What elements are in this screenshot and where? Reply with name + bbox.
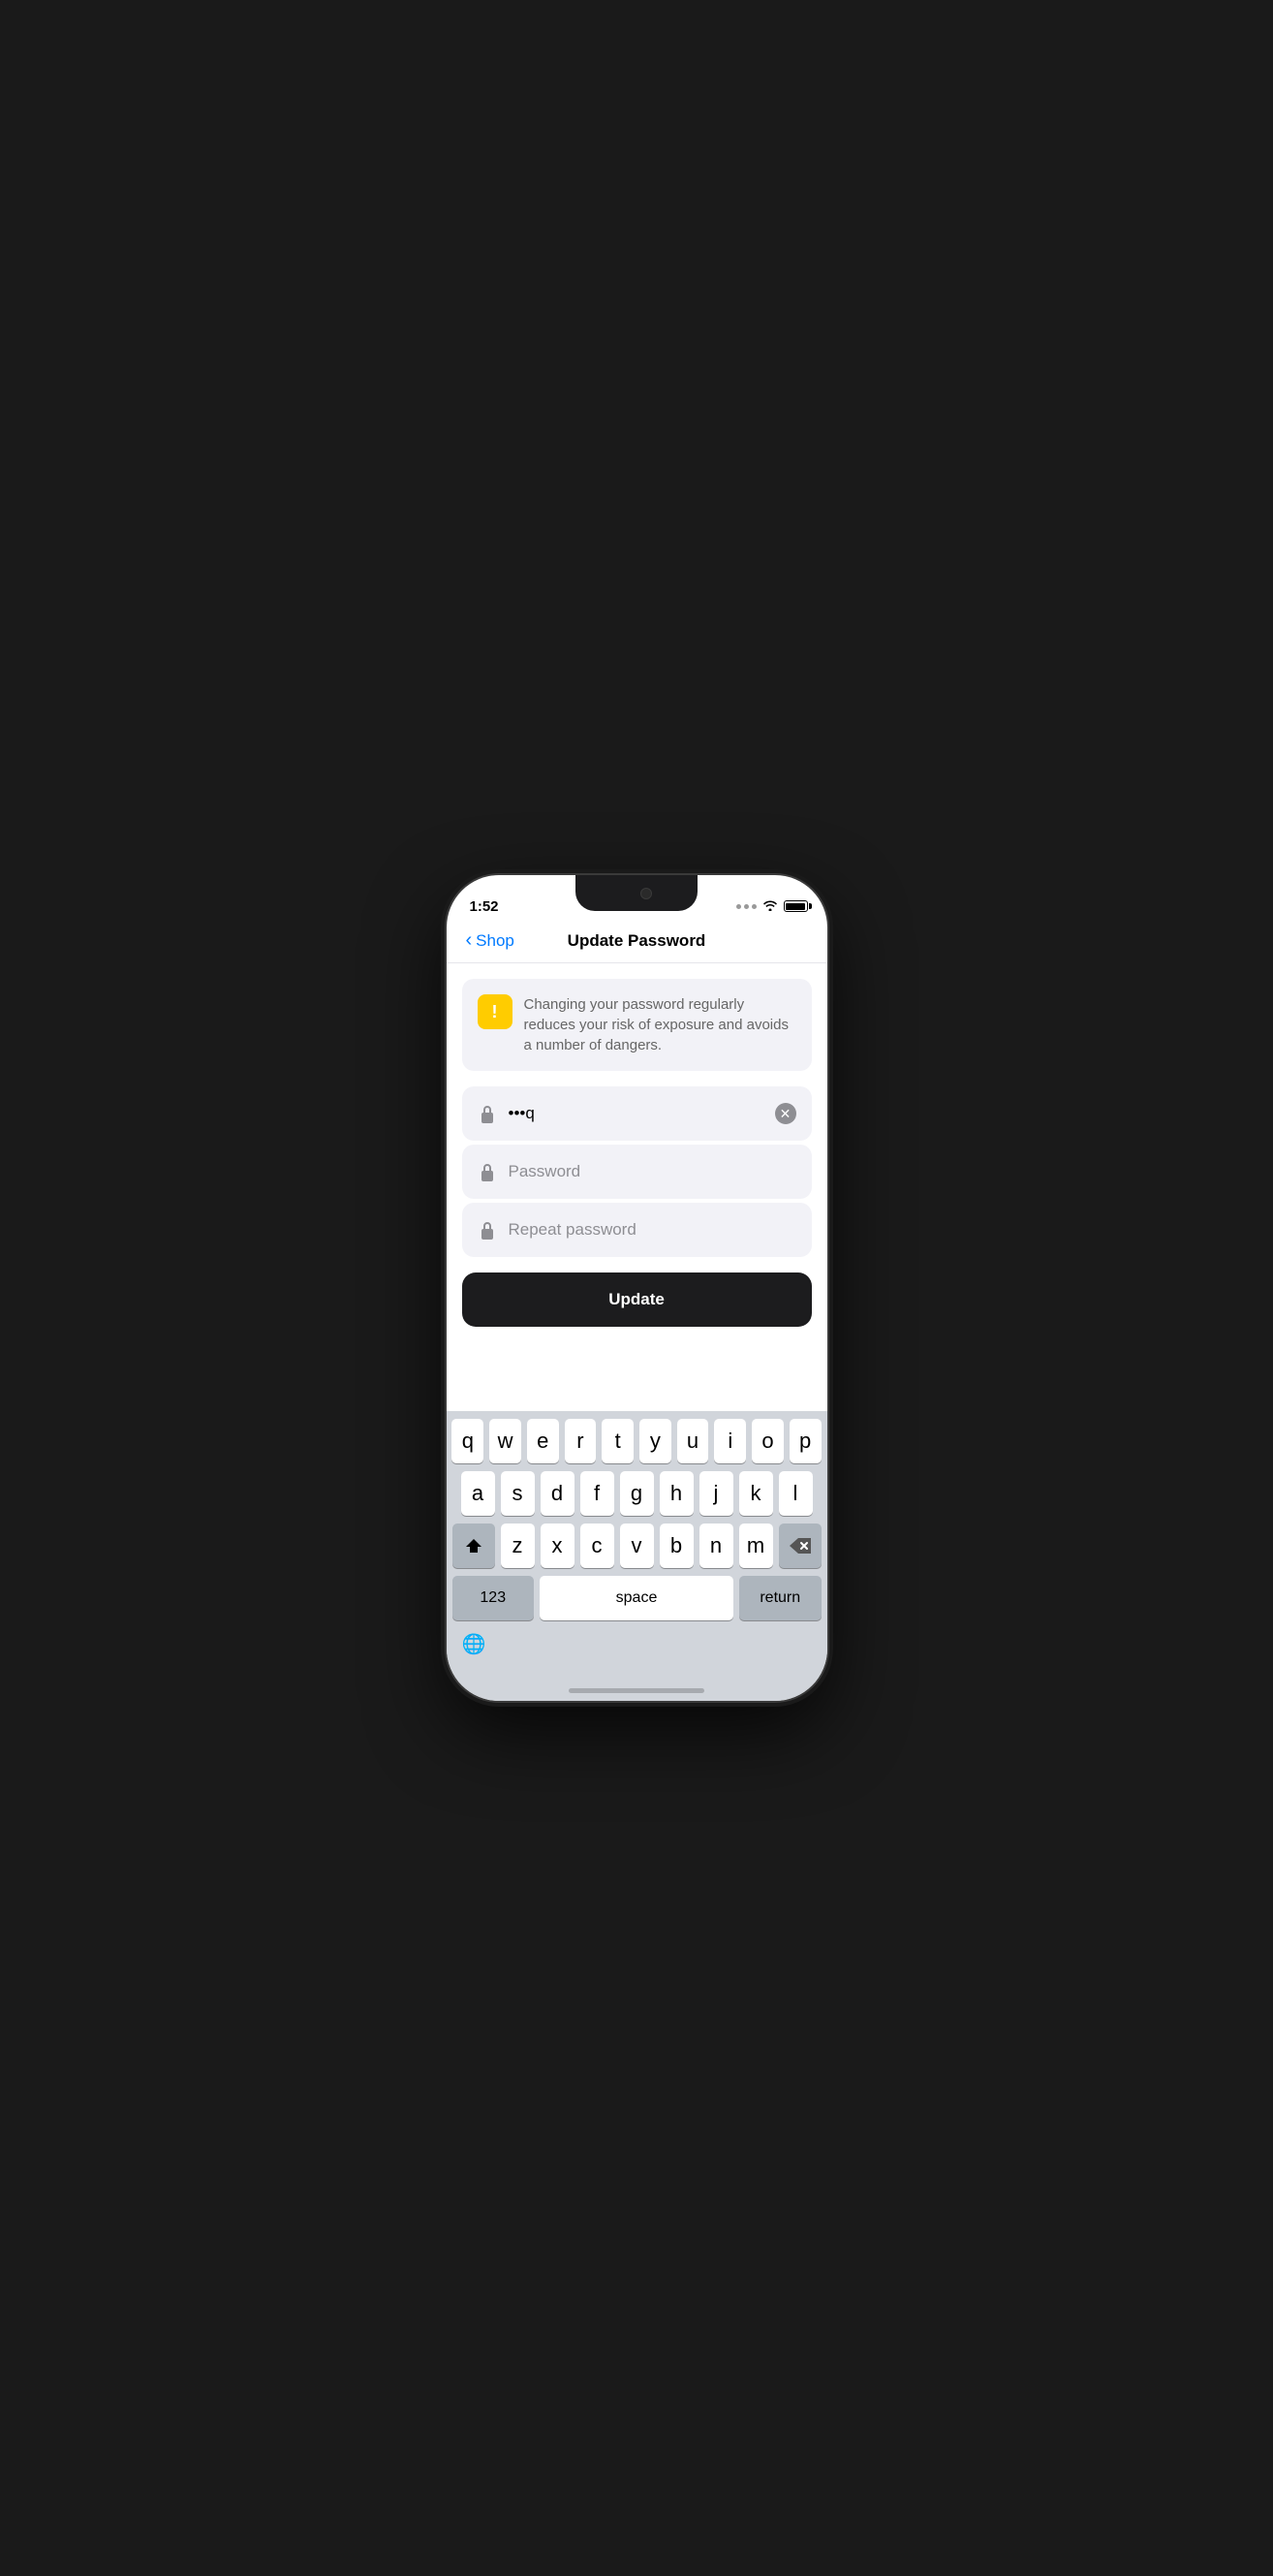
warning-shield-icon <box>478 994 512 1029</box>
key-c[interactable]: c <box>580 1524 614 1568</box>
keyboard-row-2: a s d f g h j k l <box>452 1471 822 1516</box>
back-label: Shop <box>476 931 514 951</box>
key-x[interactable]: x <box>541 1524 574 1568</box>
lock-icon-repeat <box>478 1220 497 1240</box>
clear-button[interactable]: ✕ <box>775 1103 796 1124</box>
new-password-field[interactable]: Password <box>462 1145 812 1199</box>
key-o[interactable]: o <box>752 1419 784 1463</box>
key-v[interactable]: v <box>620 1524 654 1568</box>
key-numbers[interactable]: 123 <box>452 1576 535 1620</box>
keyboard-row-3: z x c v b n m <box>452 1524 822 1568</box>
input-group: •••q ✕ Password <box>462 1086 812 1257</box>
content: Changing your password regularly reduces… <box>447 979 827 1411</box>
separator <box>447 962 827 963</box>
home-bar <box>569 1688 704 1693</box>
current-password-field[interactable]: •••q ✕ <box>462 1086 812 1141</box>
phone-screen: 1:52 <box>447 875 827 1701</box>
new-password-placeholder: Password <box>509 1162 796 1181</box>
key-l[interactable]: l <box>779 1471 813 1516</box>
key-u[interactable]: u <box>677 1419 709 1463</box>
signal-dot-3 <box>752 904 757 909</box>
current-password-value: •••q <box>509 1104 763 1123</box>
keyboard-bottom: 🌐 <box>452 1628 822 1664</box>
key-h[interactable]: h <box>660 1471 694 1516</box>
key-j[interactable]: j <box>699 1471 733 1516</box>
keyboard-row-1: q w e r t y u i o p <box>452 1419 822 1463</box>
key-d[interactable]: d <box>541 1471 574 1516</box>
key-e[interactable]: e <box>527 1419 559 1463</box>
key-backspace[interactable] <box>779 1524 822 1568</box>
info-banner: Changing your password regularly reduces… <box>462 979 812 1071</box>
key-y[interactable]: y <box>639 1419 671 1463</box>
lock-icon-new <box>478 1162 497 1181</box>
key-k[interactable]: k <box>739 1471 773 1516</box>
back-button[interactable]: ‹ Shop <box>466 930 514 952</box>
key-m[interactable]: m <box>739 1524 773 1568</box>
home-indicator <box>447 1668 827 1701</box>
key-r[interactable]: r <box>565 1419 597 1463</box>
nav-title: Update Password <box>568 931 706 951</box>
key-i[interactable]: i <box>714 1419 746 1463</box>
notch <box>575 875 698 911</box>
key-a[interactable]: a <box>461 1471 495 1516</box>
back-chevron-icon: ‹ <box>466 929 473 952</box>
key-s[interactable]: s <box>501 1471 535 1516</box>
key-shift[interactable] <box>452 1524 495 1568</box>
signal-dot-1 <box>736 904 741 909</box>
globe-icon[interactable]: 🌐 <box>462 1632 486 1656</box>
info-text: Changing your password regularly reduces… <box>524 994 796 1055</box>
status-icons <box>736 898 808 914</box>
status-time: 1:52 <box>470 898 499 915</box>
battery-icon <box>784 900 808 912</box>
repeat-password-field[interactable]: Repeat password <box>462 1203 812 1257</box>
key-b[interactable]: b <box>660 1524 694 1568</box>
key-space[interactable]: space <box>540 1576 733 1620</box>
signal-dots <box>736 904 757 909</box>
key-t[interactable]: t <box>602 1419 634 1463</box>
signal-dot-2 <box>744 904 749 909</box>
update-button[interactable]: Update <box>462 1272 812 1327</box>
wifi-icon <box>762 898 778 914</box>
key-f[interactable]: f <box>580 1471 614 1516</box>
camera <box>640 888 652 899</box>
lock-icon-current <box>478 1104 497 1123</box>
keyboard: q w e r t y u i o p a s d f g h j k <box>447 1411 827 1668</box>
key-w[interactable]: w <box>489 1419 521 1463</box>
key-return[interactable]: return <box>739 1576 822 1620</box>
key-g[interactable]: g <box>620 1471 654 1516</box>
key-n[interactable]: n <box>699 1524 733 1568</box>
nav-bar: ‹ Shop Update Password <box>447 924 827 962</box>
keyboard-row-4: 123 space return <box>452 1576 822 1620</box>
key-p[interactable]: p <box>790 1419 822 1463</box>
repeat-password-placeholder: Repeat password <box>509 1220 796 1240</box>
phone-frame: 1:52 <box>447 875 827 1701</box>
key-z[interactable]: z <box>501 1524 535 1568</box>
key-q[interactable]: q <box>451 1419 483 1463</box>
battery-fill <box>786 903 805 910</box>
